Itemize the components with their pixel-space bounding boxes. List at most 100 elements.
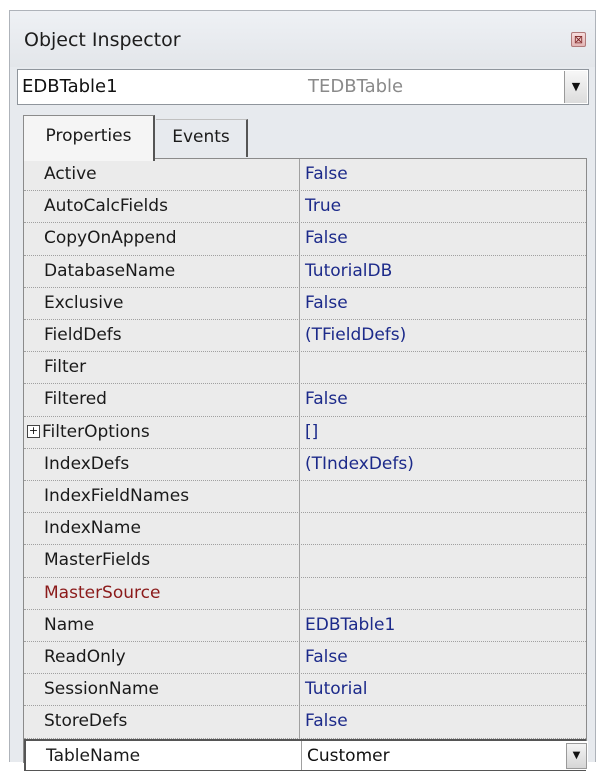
property-name-label: TableName	[46, 745, 141, 766]
property-value[interactable]: False	[301, 384, 586, 415]
property-row[interactable]: Active False	[24, 159, 586, 192]
property-row[interactable]: SessionName Tutorial	[24, 674, 586, 707]
property-row[interactable]: CopyOnAppend False	[24, 223, 586, 256]
property-value[interactable]: True	[301, 191, 586, 222]
property-name: StoreDefs	[24, 706, 300, 738]
property-value[interactable]: False	[301, 642, 586, 673]
property-name-label: StoreDefs	[44, 711, 128, 732]
property-value[interactable]: False	[301, 223, 586, 254]
property-name-label: Name	[44, 614, 95, 635]
property-name-label: MasterFields	[44, 550, 151, 571]
property-row[interactable]: DatabaseName TutorialDB	[24, 255, 586, 288]
chevron-down-icon[interactable]: ▼	[566, 742, 587, 769]
property-row[interactable]: IndexFieldNames	[24, 481, 586, 514]
property-name: TableName	[26, 740, 302, 770]
property-name-label: ReadOnly	[44, 647, 126, 667]
property-value[interactable]: (TIndexDefs)	[301, 449, 586, 480]
object-selector-combo[interactable]: EDBTable1 TEDBTable ▼	[17, 69, 589, 105]
property-value[interactable]: False	[301, 288, 586, 319]
property-row[interactable]: + FilterOptions[]	[24, 416, 586, 449]
property-value[interactable]: TutorialDB	[301, 256, 586, 287]
property-name-label: IndexName	[44, 518, 141, 539]
property-value-label: False	[305, 647, 348, 667]
property-name-label: Exclusive	[44, 292, 124, 313]
property-name-label: FilterOptions	[42, 421, 150, 442]
property-value-label: EDBTable1	[305, 614, 396, 635]
property-row[interactable]: Filter	[24, 352, 586, 385]
property-name-label: Filter	[44, 357, 87, 378]
tab-properties[interactable]: Properties	[23, 115, 155, 161]
close-icon[interactable]: ⊠	[571, 32, 586, 47]
property-value-label: True	[305, 196, 342, 217]
property-value-label: False	[305, 292, 348, 313]
property-value[interactable]	[301, 578, 586, 609]
property-name: MasterSource	[24, 577, 300, 609]
property-name: + FilterOptions	[24, 416, 300, 448]
property-row[interactable]: AutoCalcFields True	[24, 191, 586, 224]
property-value[interactable]: False	[301, 159, 586, 190]
property-name: Filtered	[24, 384, 300, 416]
property-value-label: Tutorial	[305, 679, 368, 700]
inspector-tabs: Properties Events	[23, 115, 583, 163]
property-row[interactable]: IndexDefs (TIndexDefs)	[24, 448, 586, 481]
property-row[interactable]: ReadOnly False	[24, 642, 586, 675]
property-row[interactable]: StoreDefs False	[24, 706, 586, 739]
property-value-label: []	[305, 421, 319, 442]
property-name: Exclusive	[24, 287, 300, 319]
property-name-label: DatabaseName	[44, 260, 176, 281]
property-value[interactable]	[301, 481, 586, 512]
property-name: FieldDefs	[24, 320, 300, 352]
object-inspector-window: Object Inspector ⊠ EDBTable1 TEDBTable ▼…	[9, 10, 596, 771]
property-row[interactable]: Exclusive False	[24, 287, 586, 320]
property-name-label: FieldDefs	[44, 325, 122, 345]
property-value-label: (TIndexDefs)	[305, 453, 414, 474]
property-value[interactable]: Customer ▼	[303, 740, 588, 770]
property-name: Active	[24, 159, 300, 191]
property-value-label: TutorialDB	[305, 260, 393, 281]
property-value[interactable]	[301, 352, 586, 383]
tab-events[interactable]: Events	[156, 119, 248, 157]
property-row[interactable]: FieldDefs (TFieldDefs)	[24, 320, 586, 353]
property-value-label: False	[305, 228, 348, 249]
property-value[interactable]: False	[301, 706, 586, 737]
property-name: CopyOnAppend	[24, 223, 300, 255]
property-row[interactable]: Filtered False	[24, 384, 586, 417]
expand-icon[interactable]: +	[27, 425, 40, 439]
property-name-label: CopyOnAppend	[44, 228, 177, 249]
property-value[interactable]: (TFieldDefs)	[301, 320, 586, 351]
property-name: IndexFieldNames	[24, 481, 300, 513]
property-name: Name	[24, 609, 300, 641]
property-name-label: Active	[44, 164, 97, 184]
property-value-label: (TFieldDefs)	[305, 325, 407, 345]
property-name: MasterFields	[24, 545, 300, 577]
property-row[interactable]: MasterSource	[24, 577, 586, 610]
property-value[interactable]	[301, 513, 586, 544]
title-bar[interactable]: Object Inspector ⊠	[10, 11, 595, 67]
property-name: SessionName	[24, 674, 300, 706]
property-name: IndexName	[24, 513, 300, 545]
property-row[interactable]: MasterFields	[24, 545, 586, 578]
property-value[interactable]: []	[301, 417, 586, 448]
property-name: DatabaseName	[24, 255, 300, 287]
property-value[interactable]: EDBTable1	[301, 610, 586, 641]
property-name: ReadOnly	[24, 642, 300, 674]
property-value-label: False	[305, 711, 348, 732]
property-value[interactable]: Tutorial	[301, 674, 586, 705]
property-grid: Active False AutoCalcFields True CopyOnAppen…	[23, 158, 588, 771]
property-name: Filter	[24, 352, 300, 384]
property-name-label: IndexFieldNames	[44, 486, 190, 506]
property-row[interactable]: IndexName	[24, 513, 586, 546]
property-name: AutoCalcFields	[24, 191, 300, 223]
property-value[interactable]	[301, 545, 586, 576]
property-name-label: SessionName	[44, 679, 160, 700]
property-name-label: MasterSource	[44, 582, 161, 603]
property-row[interactable]: TableName Customer ▼	[24, 738, 588, 771]
chevron-down-icon[interactable]: ▼	[564, 71, 587, 103]
property-value-label: False	[305, 164, 348, 184]
object-name: EDBTable1	[22, 76, 118, 97]
property-name-label: IndexDefs	[44, 453, 130, 474]
property-name-label: AutoCalcFields	[44, 196, 168, 217]
property-row[interactable]: Name EDBTable1	[24, 609, 586, 642]
object-type: TEDBTable	[308, 76, 404, 97]
window-title: Object Inspector	[24, 29, 181, 51]
